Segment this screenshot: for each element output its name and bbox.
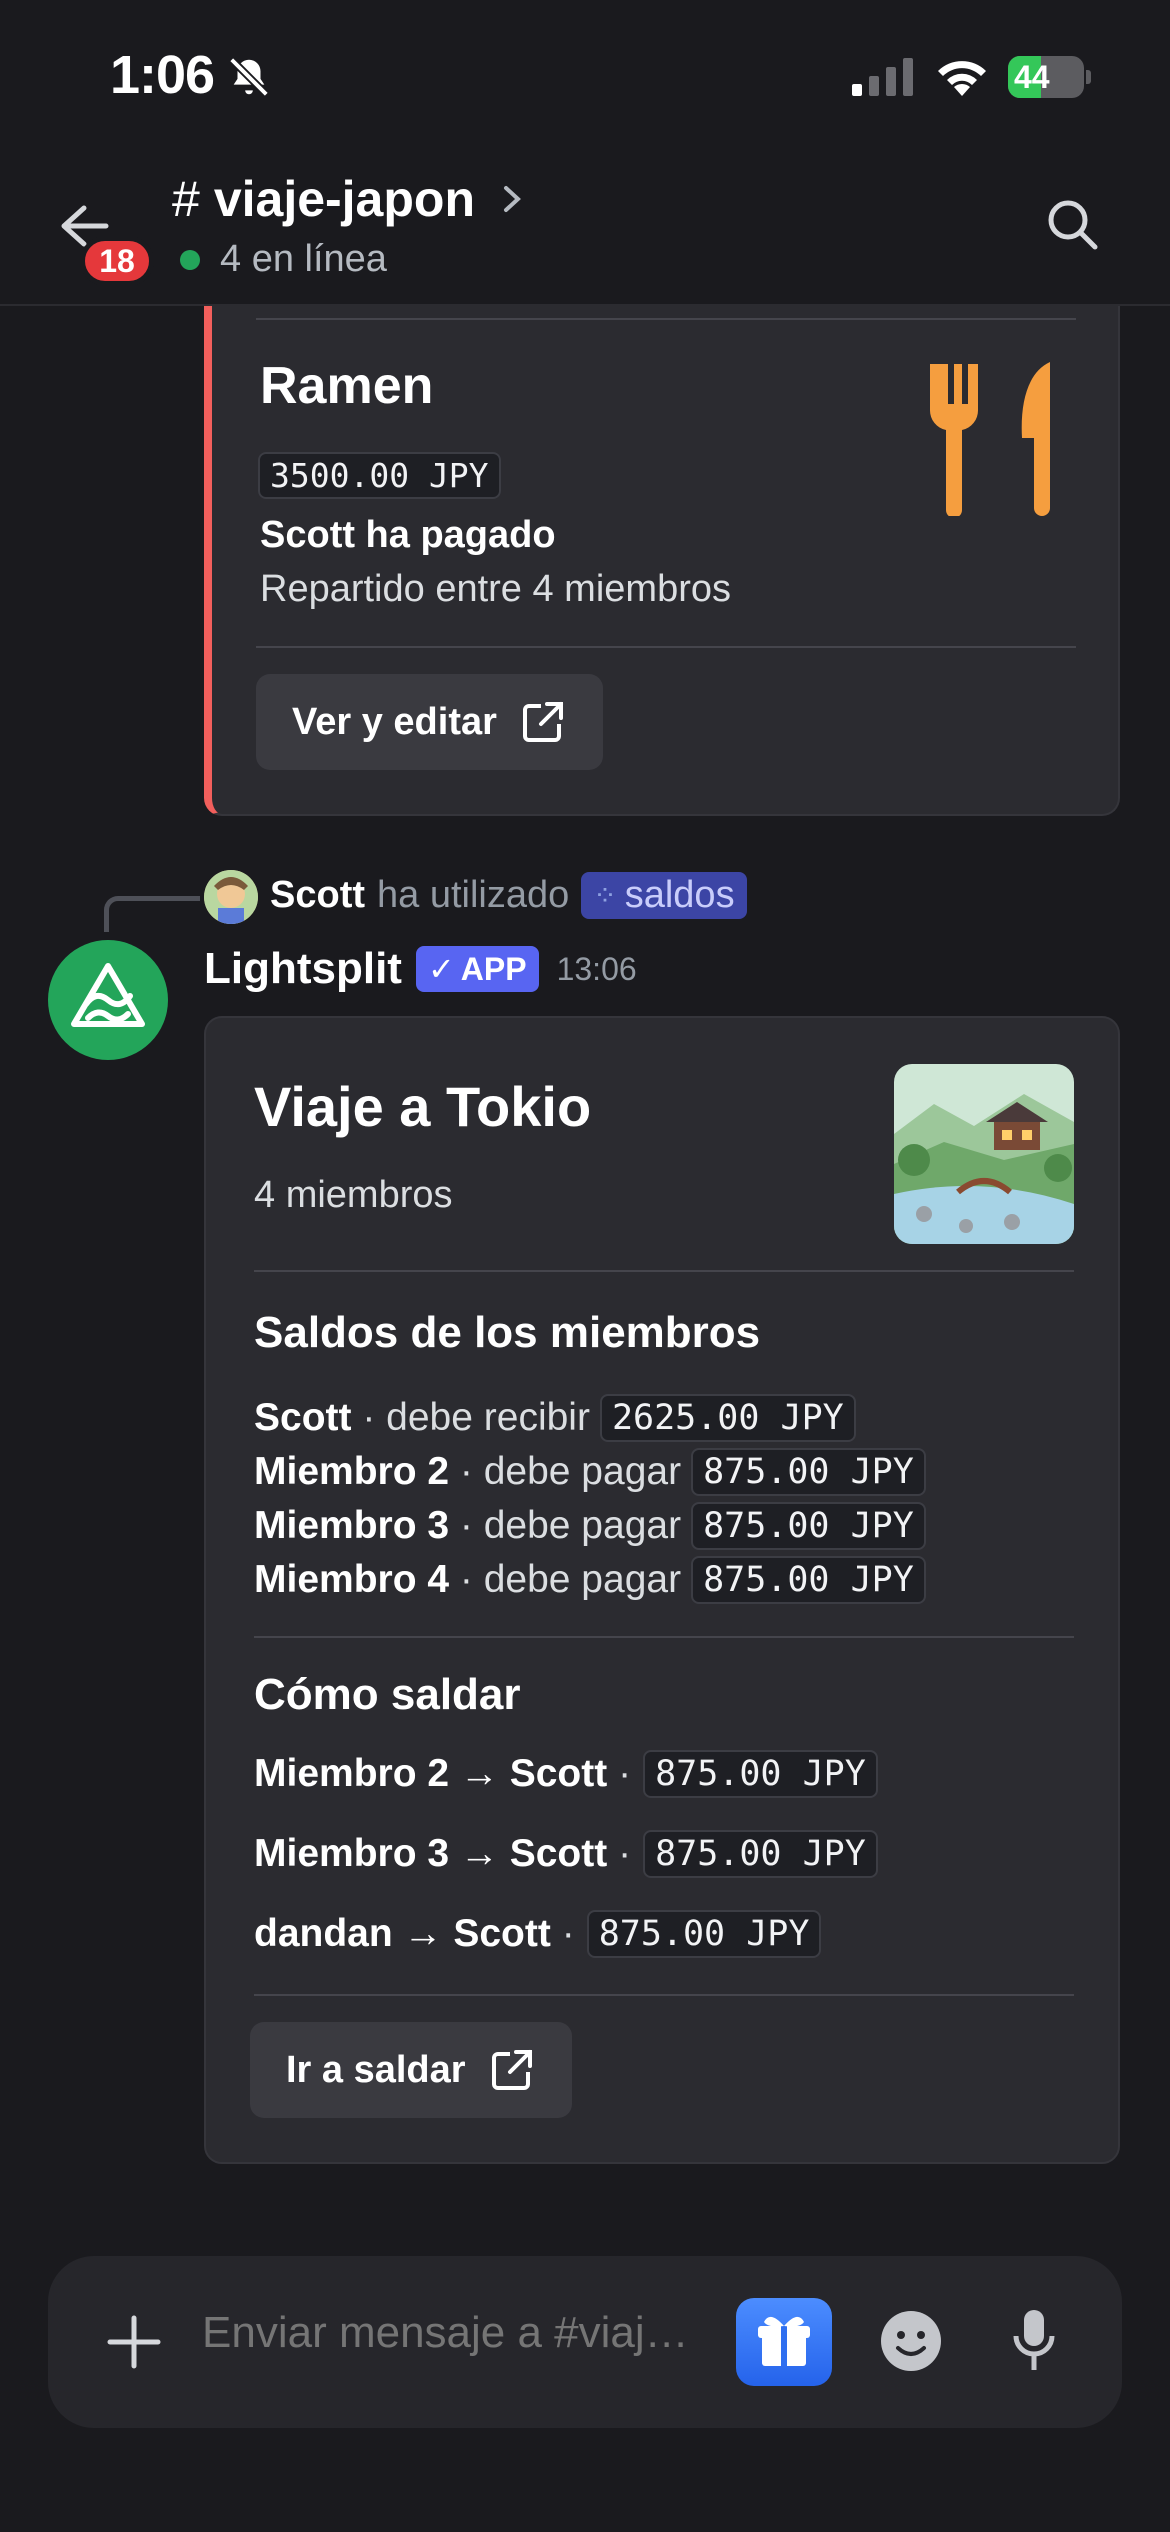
balance-row: Miembro 3 · debe pagar 875.00 JPY [254,1502,926,1550]
fork-knife-icon [929,362,1050,516]
divider [256,646,1076,648]
app-tag: ✓ APP [415,946,539,992]
trip-title: Viaje a Tokio [254,1075,592,1138]
lightsplit-logo-icon [71,963,145,1027]
status-time: 1:06 [110,45,215,105]
bell-muted-icon [229,57,269,97]
balance-row: Miembro 4 · debe pagar 875.00 JPY [254,1556,926,1604]
channel-name: viaje-japon [213,171,475,227]
button-label: Ver y editar [292,700,497,743]
emoji-icon[interactable] [878,2308,944,2374]
online-count: 4 en línea [220,238,387,280]
author-name[interactable]: Lightsplit [204,944,402,994]
divider [254,1994,1074,1996]
balance-embed: Viaje a Tokio 4 miembros Saldos de los m… [204,1016,1120,2164]
divider [256,318,1076,320]
expense-payer: Scott ha pagado [260,514,556,556]
check-icon: ✓ [427,951,455,987]
battery-indicator: 44 [1008,56,1091,98]
unread-badge: 18 [80,236,154,286]
reply-action: ha utilizado [377,874,570,916]
settle-up-button[interactable]: Ir a saldar [250,2022,572,2118]
channel-title[interactable]: # viaje-japon [172,170,525,228]
settlement-row: dandan → Scott · 875.00 JPY [254,1910,822,1958]
chevron-right-icon [504,186,521,212]
status-bar: 1:06 44 [0,0,1170,150]
external-link-icon [522,702,563,742]
command-chip[interactable]: ⁘ saldos [581,872,747,919]
settlement-row: Miembro 3 → Scott · 875.00 JPY [254,1830,878,1878]
balances-title: Saldos de los miembros [254,1308,761,1357]
reply-connector [104,896,200,932]
button-label: Ir a saldar [286,2048,466,2091]
balance-row: Miembro 2 · debe pagar 875.00 JPY [254,1448,926,1496]
divider [254,1270,1074,1272]
view-edit-button[interactable]: Ver y editar [256,674,603,770]
settlement-row: Miembro 2 → Scott · 875.00 JPY [254,1750,878,1798]
cellular-signal-icon [852,58,913,96]
gift-button[interactable] [736,2298,832,2386]
external-link-icon [491,2050,532,2090]
trip-members: 4 miembros [254,1174,453,1216]
app-command-icon: ⁘ [593,880,617,911]
battery-percent: 44 [1014,59,1050,95]
expense-title: Ramen [260,357,434,415]
expense-embed: Ramen 3500.00 JPY Scott ha pagado Repart… [204,300,1120,816]
online-status: 4 en línea [180,238,387,281]
reply-user[interactable]: Scott [270,874,365,917]
message-header: Lightsplit ✓ APP 13:06 [204,944,637,994]
expense-split: Repartido entre 4 miembros [260,568,731,610]
channel-header: 18 # viaje-japon 4 en línea [0,150,1170,306]
message-composer [48,2256,1122,2428]
divider [254,1636,1074,1638]
trip-thumbnail[interactable] [894,1064,1074,1244]
settle-title: Cómo saldar [254,1670,521,1719]
expense-amount: 3500.00 JPY [258,452,501,499]
wifi-icon [938,61,986,96]
microphone-icon[interactable] [1010,2306,1058,2376]
online-dot-icon [180,249,200,270]
message-input[interactable] [202,2308,702,2358]
reply-context: Scott ha utilizado ⁘ saldos [270,872,747,919]
gift-icon [758,2316,810,2366]
search-icon[interactable] [1044,196,1100,252]
bot-avatar[interactable] [48,940,168,1060]
balance-row: Scott · debe recibir 2625.00 JPY [254,1394,856,1442]
message-time: 13:06 [556,950,637,987]
plus-icon[interactable] [104,2312,164,2372]
avatar[interactable] [204,870,258,924]
channel-hash: # [172,171,200,227]
